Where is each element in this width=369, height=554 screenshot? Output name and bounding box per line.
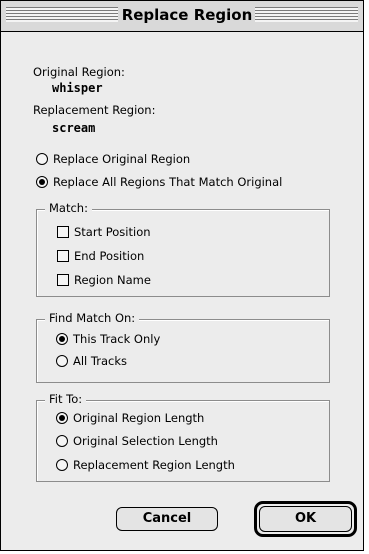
- replacement-region-label: Replacement Region:: [33, 103, 156, 117]
- checkbox-label: End Position: [74, 249, 145, 263]
- radio-button[interactable]: [36, 176, 48, 188]
- radio-replacement-region-length[interactable]: Replacement Region Length: [56, 456, 235, 474]
- fit-to-legend: Fit To:: [45, 392, 87, 406]
- radio-button[interactable]: [56, 435, 68, 447]
- radio-original-region-length[interactable]: Original Region Length: [56, 409, 204, 427]
- radio-all-tracks[interactable]: All Tracks: [56, 352, 127, 370]
- radio-label: Replace Original Region: [53, 152, 191, 166]
- checkbox-label: Region Name: [74, 273, 151, 287]
- radio-label: Original Selection Length: [73, 434, 218, 448]
- checkbox[interactable]: [57, 226, 69, 238]
- checkbox-start-position[interactable]: Start Position: [57, 223, 151, 241]
- original-region-label: Original Region:: [33, 65, 125, 79]
- radio-original-selection-length[interactable]: Original Selection Length: [56, 432, 218, 450]
- find-match-on-group: Find Match On:: [36, 311, 330, 383]
- radio-button[interactable]: [56, 412, 68, 424]
- replacement-region-value: scream: [52, 121, 96, 135]
- match-group-legend: Match:: [45, 201, 92, 215]
- radio-button[interactable]: [56, 333, 68, 345]
- replace-region-dialog: Replace Region Original Region: whisper …: [0, 0, 364, 551]
- radio-button[interactable]: [56, 355, 68, 367]
- radio-button[interactable]: [56, 459, 68, 471]
- find-match-on-legend: Find Match On:: [45, 311, 140, 325]
- original-region-value: whisper: [52, 81, 103, 95]
- cancel-button[interactable]: Cancel: [116, 507, 218, 531]
- radio-replace-all-matching-regions[interactable]: Replace All Regions That Match Original: [36, 173, 282, 191]
- checkbox-region-name[interactable]: Region Name: [57, 271, 151, 289]
- checkbox[interactable]: [57, 274, 69, 286]
- radio-label: All Tracks: [73, 354, 127, 368]
- ok-button[interactable]: OK: [259, 506, 352, 532]
- radio-replace-original-region[interactable]: Replace Original Region: [36, 150, 190, 168]
- title-bar-stripes: [6, 7, 118, 22]
- radio-this-track-only[interactable]: This Track Only: [56, 330, 160, 348]
- checkbox-label: Start Position: [74, 225, 151, 239]
- radio-button[interactable]: [36, 153, 48, 165]
- checkbox[interactable]: [57, 250, 69, 262]
- checkbox-end-position[interactable]: End Position: [57, 247, 144, 265]
- radio-label: Replacement Region Length: [73, 458, 235, 472]
- title-bar-stripes: [255, 7, 358, 22]
- radio-label: This Track Only: [73, 332, 161, 346]
- radio-label: Replace All Regions That Match Original: [53, 175, 283, 189]
- radio-label: Original Region Length: [73, 411, 205, 425]
- dialog-title: Replace Region: [121, 4, 253, 26]
- title-bar[interactable]: Replace Region: [1, 1, 363, 32]
